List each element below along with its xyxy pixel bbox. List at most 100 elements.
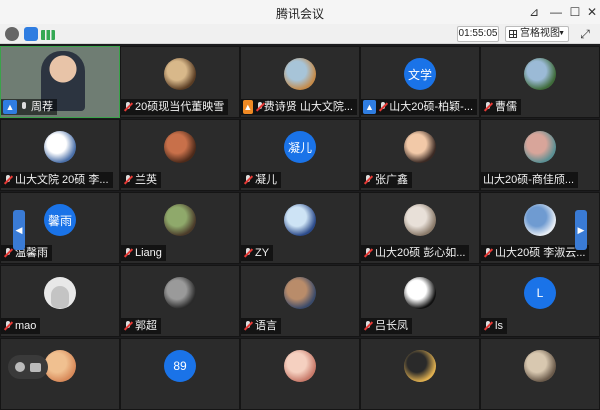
participant-tile[interactable]: 语言 — [240, 265, 360, 337]
participant-name-tag: 山大文院 20硕 李... — [1, 172, 113, 188]
participant-name-tag: ▲ 费诗贤 山大文院... — [241, 99, 357, 115]
participant-tile[interactable] — [240, 338, 360, 410]
mic-muted-icon — [243, 247, 253, 259]
avatar — [284, 350, 316, 382]
mic-muted-icon — [255, 101, 262, 113]
prev-page-button[interactable]: ◀ — [13, 210, 25, 250]
info-icon[interactable] — [5, 27, 19, 41]
shield-icon[interactable] — [24, 27, 38, 41]
avatar — [44, 131, 76, 163]
avatar — [404, 277, 436, 309]
participant-tile[interactable]: Lls — [480, 265, 600, 337]
participant-name: ZY — [255, 247, 270, 259]
avatar — [44, 350, 76, 382]
participant-tile[interactable]: 山大文院 20硕 李... — [0, 119, 120, 191]
participant-tile[interactable] — [480, 338, 600, 410]
window-title: 腾讯会议 — [275, 7, 324, 21]
participant-name-tag: Liang — [121, 245, 166, 261]
avatar — [164, 204, 196, 236]
avatar — [524, 131, 556, 163]
avatar — [404, 204, 436, 236]
participant-name-tag: ▲ 周荐 — [1, 99, 57, 115]
reaction-chat-toggle[interactable] — [8, 355, 48, 379]
participant-tile[interactable]: 吕长凤 — [360, 265, 480, 337]
avatar — [284, 277, 316, 309]
grid-view-label: 宫格视图 — [520, 28, 560, 39]
mic-muted-icon — [363, 174, 373, 186]
avatar — [524, 350, 556, 382]
emoji-icon[interactable] — [14, 362, 25, 372]
participant-name-tag: ▲ 山大20硕-柏颖-... — [361, 99, 477, 115]
mic-muted-icon — [378, 101, 387, 113]
mic-muted-icon — [123, 101, 133, 113]
chevron-down-icon: ▼ — [558, 30, 565, 37]
minimize-button[interactable]: — — [546, 2, 566, 22]
participant-name-tag: 语言 — [241, 318, 281, 334]
participant-tile[interactable]: 曹儒 — [480, 46, 600, 118]
participant-name-tag: mao — [1, 318, 41, 334]
mic-muted-icon — [483, 320, 493, 332]
mic-muted-icon — [243, 174, 253, 186]
avatar — [404, 131, 436, 163]
participant-tile[interactable]: 89 — [120, 338, 240, 410]
participant-name: Liang — [135, 247, 162, 259]
participant-tile[interactable]: 郭超 — [120, 265, 240, 337]
avatar: L — [524, 277, 556, 309]
participant-name-tag: 凝儿 — [241, 172, 281, 188]
participant-tile[interactable]: 凝儿 凝儿 — [240, 119, 360, 191]
participant-tile[interactable]: ▲ 周荐 — [0, 46, 120, 118]
participant-name: 山大20硕-商佳颀... — [483, 174, 575, 186]
participant-tile[interactable]: 张广鑫 — [360, 119, 480, 191]
host-badge-icon: ▲ — [243, 100, 253, 114]
participant-name-tag: 山大20硕-商佳颀... — [481, 172, 579, 188]
mic-muted-icon — [123, 247, 133, 259]
signal-icon[interactable] — [41, 30, 55, 40]
participant-name: 山大文院 20硕 李... — [15, 174, 109, 186]
participant-name: 张广鑫 — [375, 174, 408, 186]
avatar: 馨雨 — [44, 204, 76, 236]
mic-muted-icon — [3, 320, 13, 332]
chat-icon[interactable] — [30, 362, 42, 372]
participant-name: 周荐 — [31, 101, 53, 113]
avatar: 89 — [164, 350, 196, 382]
mic-muted-icon — [483, 101, 493, 113]
participant-name: 山大20硕 李淑云... — [495, 247, 586, 259]
participant-name-tag: 兰英 — [121, 172, 161, 188]
participant-name-tag: 20硕现当代董映雪 — [121, 99, 229, 115]
participant-tile[interactable]: mao — [0, 265, 120, 337]
participant-name: 凝儿 — [255, 174, 277, 186]
participant-tile[interactable]: ZY — [240, 192, 360, 264]
participant-name: 20硕现当代董映雪 — [135, 101, 225, 113]
participant-name-tag: 吕长凤 — [361, 318, 412, 334]
pin-icon[interactable]: ⊿ — [524, 2, 544, 22]
participant-tile[interactable]: 山大20硕-商佳颀... — [480, 119, 600, 191]
participant-name-tag: 山大20硕 彭心如... — [361, 245, 470, 261]
fullscreen-icon[interactable]: ⤢ — [576, 26, 594, 42]
avatar — [284, 204, 316, 236]
grid-view-dropdown[interactable]: 宫格视图 ▼ — [505, 26, 569, 42]
close-button[interactable]: ✕ — [582, 2, 600, 22]
participant-tile[interactable]: 20硕现当代董映雪 — [120, 46, 240, 118]
mic-muted-icon — [363, 247, 373, 259]
participant-tile[interactable]: ▲ 费诗贤 山大文院... — [240, 46, 360, 118]
host-badge-icon: ▲ — [363, 100, 376, 114]
participant-tile[interactable]: 山大20硕 彭心如... — [360, 192, 480, 264]
participant-tile[interactable] — [360, 338, 480, 410]
participant-name: 语言 — [255, 320, 277, 332]
avatar — [164, 58, 196, 90]
participant-tile[interactable]: 文学 ▲ 山大20硕-柏颖-... — [360, 46, 480, 118]
meeting-toolbar: 01:55:05 宫格视图 ▼ ⤢ — [0, 24, 600, 44]
participant-name-tag: ls — [481, 318, 507, 334]
participant-name: 费诗贤 山大文院... — [263, 101, 353, 113]
avatar — [164, 277, 196, 309]
mic-icon — [19, 101, 29, 113]
participant-grid: ▲ 周荐 20硕现当代董映雪 ▲ 费诗贤 山大文院... 文学 ▲ 山大20硕-柏颖-... 曹… — [0, 46, 600, 410]
participant-tile[interactable]: Liang — [120, 192, 240, 264]
participant-tile[interactable]: 兰英 — [120, 119, 240, 191]
mic-muted-icon — [123, 320, 133, 332]
avatar — [524, 204, 556, 236]
next-page-button[interactable]: ▶ — [575, 210, 587, 250]
grid-icon — [509, 30, 517, 38]
participant-name: mao — [15, 320, 37, 332]
host-badge-icon: ▲ — [3, 100, 17, 114]
